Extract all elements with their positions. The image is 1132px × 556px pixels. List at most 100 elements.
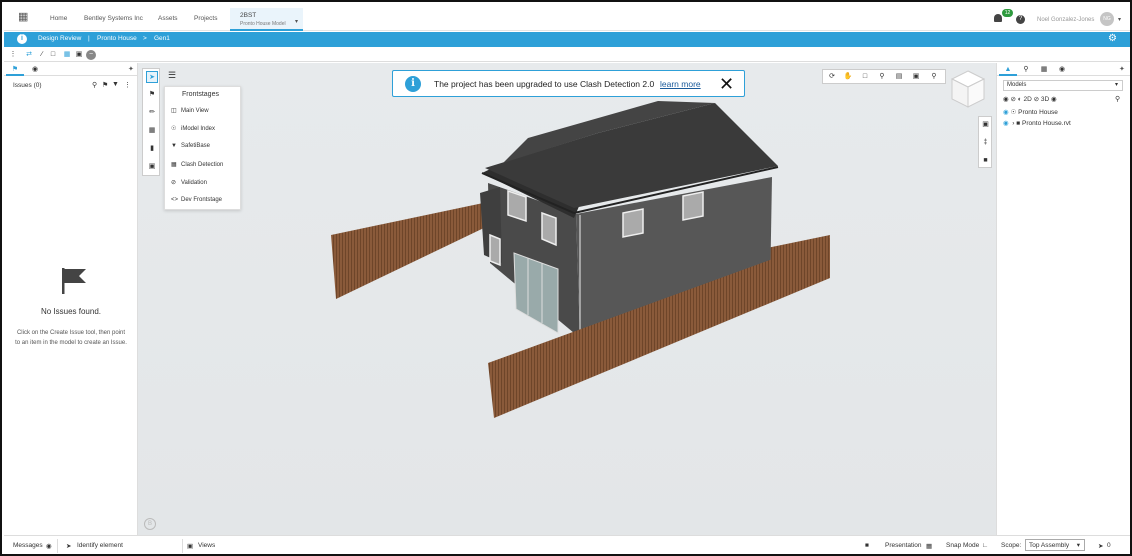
user-name[interactable]: Noel Gonzalez-Jones (1037, 17, 1094, 23)
help-icon[interactable]: ? (1016, 15, 1025, 24)
info-icon[interactable]: i (17, 34, 27, 44)
house-model[interactable] (138, 63, 996, 535)
measure-icon[interactable]: ⇄ (24, 50, 34, 60)
issues-panel: ⚑ ◉ ✦ Issues (0) ⚲ ⚑ ▼ ⋮ No Issues found… (4, 63, 138, 535)
pin-icon[interactable]: ✦ (128, 65, 134, 73)
select-tool-icon[interactable]: ➤ (146, 71, 158, 83)
tab-search-icon[interactable]: ⚲ (1017, 64, 1035, 76)
zoom-icon[interactable]: ⚲ (929, 72, 939, 82)
toggle-icon[interactable]: ▣ (74, 50, 84, 60)
nav-bentley[interactable]: Bentley Systems Inc (84, 15, 143, 22)
section-icon[interactable]: ▦ (62, 50, 72, 60)
learn-more-link[interactable]: learn more (660, 79, 701, 89)
view-2d-toggle[interactable]: 2D (1024, 96, 1032, 103)
menu-item-safetibase[interactable]: ▼ SafetiBase (171, 143, 210, 149)
line-icon[interactable]: ∕ (37, 50, 47, 60)
toast-message: The project has been upgraded to use Cla… (434, 79, 655, 89)
frontstages-title: Frontstages (182, 91, 219, 98)
issues-tab-flag-icon[interactable]: ⚑ (6, 64, 24, 76)
snap-icon[interactable]: ∟ (982, 542, 988, 549)
menu-item-main-view[interactable]: ◫ Main View (171, 107, 209, 114)
chevron-down-icon[interactable]: ▾ (1118, 16, 1121, 23)
messages-label[interactable]: Messages (13, 542, 43, 549)
nav-home[interactable]: Home (50, 15, 67, 22)
selection-count: 0 (1107, 542, 1111, 549)
models-dropdown[interactable]: Models ▾ (1003, 80, 1123, 91)
safetibase-icon: ▼ (171, 143, 177, 149)
tree-item-pronto-house[interactable]: ◉ ☉ Pronto House (1003, 108, 1058, 116)
identify-element-label[interactable]: Identify element (77, 542, 123, 549)
window (622, 208, 644, 238)
right-vertical-toolbar: ▣ ‡ ■ (978, 116, 992, 168)
briefcase-icon[interactable]: ■ (865, 542, 869, 549)
eye-icon[interactable]: ◉ (1003, 120, 1009, 127)
issue-tool-icon[interactable]: ▣ (146, 161, 158, 173)
eye-icon[interactable]: ◉ (1051, 96, 1057, 103)
breadcrumb-pronto-house[interactable]: Pronto House (97, 35, 137, 42)
breadcrumb-gen1[interactable]: Gen1 (154, 35, 170, 42)
tab-grid-icon[interactable]: ▦ (1035, 64, 1053, 76)
filter-icon[interactable]: ▼ (112, 81, 119, 88)
search-icon[interactable]: ⚲ (92, 81, 97, 89)
tab-layers-icon[interactable]: ◉ (1053, 64, 1071, 76)
presentation-icon[interactable]: ▦ (926, 542, 932, 550)
camera-view-icon[interactable]: ▣ (911, 72, 921, 82)
3d-viewport[interactable]: ➤ ⚑ ✏ ▦ ▮ ▣ ☰ Frontstages ◫ Main View ☉ iM… (138, 63, 996, 535)
snap-mode-label[interactable]: Snap Mode (946, 542, 979, 549)
camera-icon[interactable]: ■ (980, 155, 991, 166)
tab-tree-icon[interactable]: ▲ (999, 64, 1017, 76)
eye-off-icon[interactable]: ⊘ (1034, 96, 1039, 103)
tree-item-pronto-house-rvt[interactable]: ◉ › ■ Pronto House.rvt (1003, 119, 1071, 127)
models-dropdown-value: Models (1007, 82, 1027, 88)
view-cube[interactable] (948, 69, 988, 109)
scope-dropdown[interactable]: Top Assembly ▾ (1025, 539, 1085, 551)
active-project-tab[interactable]: 2BST Pronto House Model ▾ (230, 8, 303, 31)
model-tool-icon[interactable]: ▣ (980, 119, 991, 130)
eye-icon[interactable]: ◉ (1003, 109, 1009, 116)
divider (57, 539, 58, 553)
minus-circle-icon[interactable]: − (86, 50, 96, 60)
nav-projects[interactable]: Projects (194, 15, 217, 22)
section-tool-icon[interactable]: ▮ (146, 143, 158, 155)
bell-icon[interactable] (994, 14, 1002, 22)
app-grid-icon[interactable]: ▦ (18, 12, 28, 23)
pan-hand-icon[interactable]: ✋ (843, 72, 853, 82)
close-icon[interactable]: ✕ (719, 73, 734, 95)
menu-item-clash-detection[interactable]: ▦ Clash Detection (171, 161, 223, 168)
gear-icon[interactable]: ⚙ (1108, 33, 1117, 44)
frontstage-menu-icon[interactable]: ☰ (164, 68, 180, 82)
breadcrumb-design-review[interactable]: Design Review (38, 35, 81, 42)
right-panel-tabs: ▲ ⚲ ▦ ◉ ✦ (997, 63, 1130, 76)
walk-icon[interactable]: ‡ (980, 137, 991, 148)
presentation-label[interactable]: Presentation (885, 542, 922, 549)
chevron-down-icon[interactable]: ▾ (295, 18, 298, 25)
measure-tool-icon[interactable]: ✏ (146, 107, 158, 119)
eye-off-icon[interactable]: ⊘ (1010, 96, 1015, 103)
rectangle-icon[interactable]: □ (48, 50, 58, 60)
pin-icon[interactable]: ✦ (1119, 65, 1125, 73)
rotate-icon[interactable]: ⟳ (827, 72, 837, 82)
nav-assets[interactable]: Assets (158, 15, 178, 22)
main-view-icon: ◫ (171, 108, 177, 114)
search-icon[interactable]: ⚲ (1115, 95, 1120, 103)
avatar[interactable]: NG (1100, 12, 1114, 26)
invert-icon[interactable]: ◐ (1018, 96, 1022, 103)
clipping-tool-icon[interactable]: ▦ (146, 125, 158, 137)
tab-photo-icon[interactable]: ◉ (26, 64, 44, 76)
menu-item-imodel-index[interactable]: ☉ iModel Index (171, 125, 215, 132)
eye-icon[interactable]: ◉ (1003, 96, 1009, 103)
flag-icon[interactable]: ⚑ (102, 81, 108, 89)
view-3d-toggle[interactable]: 3D (1041, 96, 1049, 103)
flag-tool-icon[interactable]: ⚑ (146, 89, 158, 101)
fit-view-icon[interactable]: □ (860, 72, 870, 82)
menu-item-validation[interactable]: ⊘ Validation (171, 179, 207, 186)
chevron-right-icon[interactable]: › (1012, 120, 1014, 127)
zoom-window-icon[interactable]: ⚲ (877, 72, 887, 82)
views-label[interactable]: Views (198, 542, 215, 549)
drag-handle-icon[interactable]: ⋮ (8, 50, 18, 60)
view-icon[interactable]: ▤ (894, 72, 904, 82)
chat-icon[interactable]: ◉ (46, 542, 52, 550)
more-icon[interactable]: ⋮ (124, 81, 131, 89)
menu-item-dev-frontstage[interactable]: <> Dev Frontstage (171, 197, 222, 203)
views-icon[interactable]: ▣ (187, 542, 193, 550)
